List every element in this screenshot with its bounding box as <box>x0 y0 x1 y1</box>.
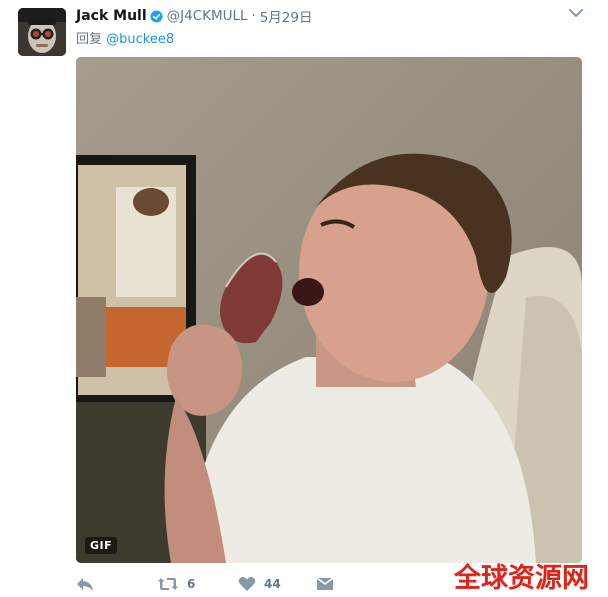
like-action[interactable]: 44 <box>238 574 281 594</box>
separator-dot: · <box>251 8 256 24</box>
message-action[interactable] <box>316 574 334 594</box>
retweet-action[interactable]: 6 <box>157 574 195 594</box>
reply-icon <box>77 578 93 591</box>
avatar[interactable] <box>18 8 66 56</box>
tweet-date[interactable]: 5月29日 <box>260 6 313 26</box>
reply-prefix: 回复 <box>76 32 103 47</box>
tweet-actions: 6 44 <box>76 574 376 594</box>
like-count: 44 <box>264 577 281 591</box>
reply-context: 回复 @buckee8 <box>76 28 174 47</box>
retweet-icon <box>158 578 178 590</box>
site-watermark: 全球资源网 <box>454 563 589 594</box>
chevron-down-icon[interactable] <box>568 6 584 20</box>
retweet-count: 6 <box>187 577 196 591</box>
heart-icon <box>238 577 256 591</box>
verified-badge-icon <box>150 9 163 23</box>
gif-image <box>76 57 582 563</box>
gif-media[interactable] <box>76 57 582 563</box>
author-handle[interactable]: @J4CKMULL <box>167 8 248 24</box>
author-name[interactable]: Jack Mull <box>76 8 147 24</box>
gif-badge: GIF <box>85 537 118 554</box>
reply-action[interactable] <box>76 574 94 594</box>
reply-mention-link[interactable]: @buckee8 <box>106 32 174 47</box>
envelope-icon <box>316 577 334 590</box>
avatar-image <box>18 8 66 56</box>
tweet-header: Jack Mull @J4CKMULL · 5月29日 <box>76 6 312 26</box>
